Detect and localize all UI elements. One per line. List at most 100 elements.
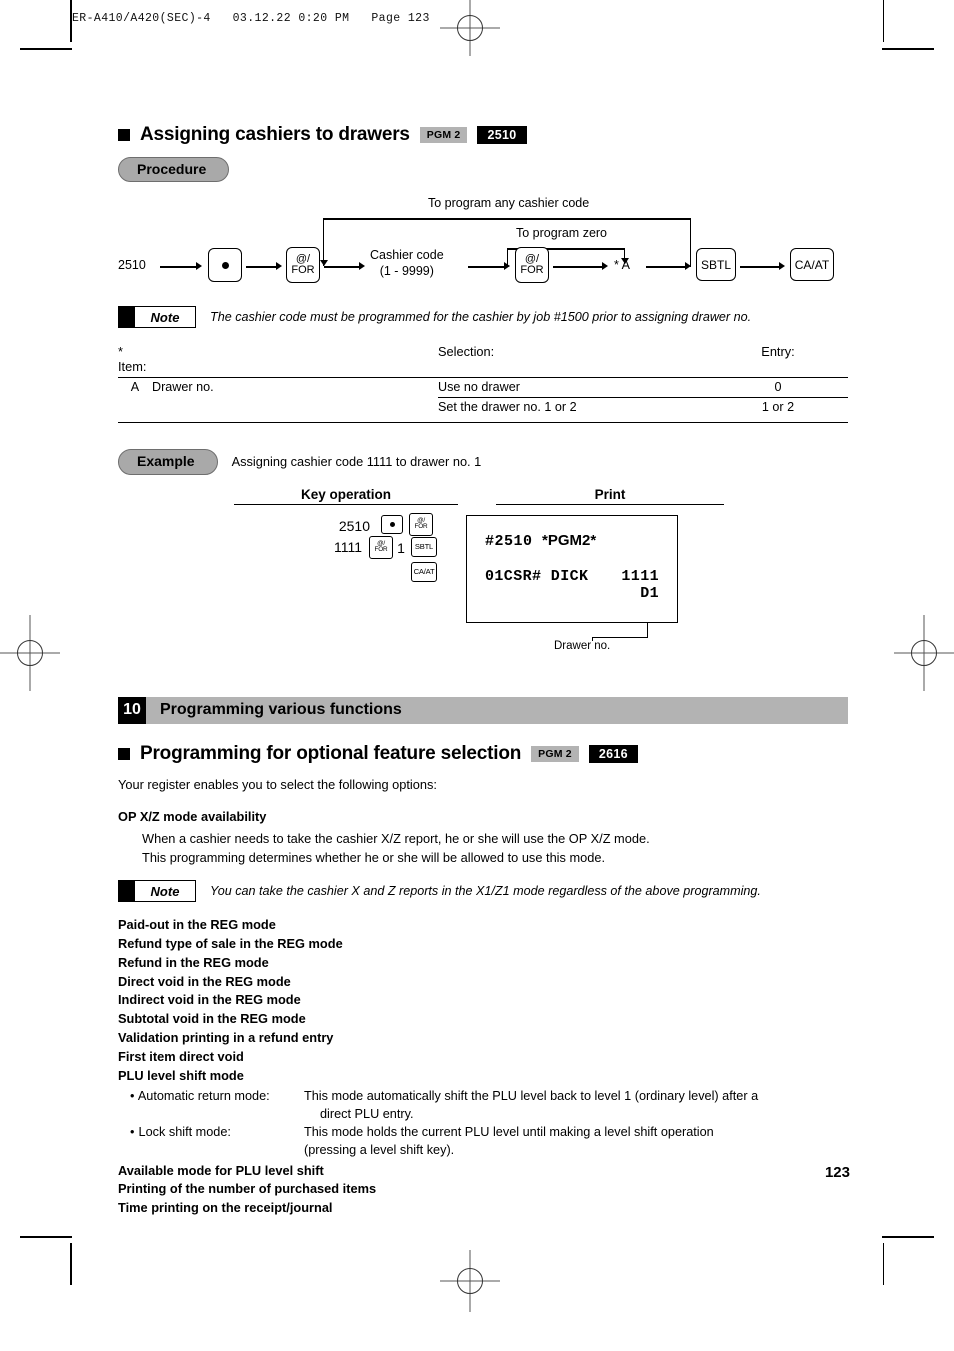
receipt-line-1: #2510 *PGM2* [485, 532, 659, 550]
callout-leader-line [647, 622, 649, 637]
crop-mark-bottom-left-v [70, 1243, 72, 1285]
chapter-title: Programming various functions [160, 701, 402, 719]
bullet-item-continuation: (pressing a level shift key). [118, 1141, 848, 1159]
bullet-label-wrap: • Automatic return mode: [118, 1087, 304, 1105]
bullet-item: • Lock shift mode: This mode holds the c… [118, 1123, 848, 1141]
option-item: Printing of the number of purchased item… [118, 1181, 377, 1197]
item-selection-table: * Item: Selection: Entry: A Drawer no. U… [118, 342, 848, 424]
bullet-item: • Automatic return mode: This mode autom… [118, 1087, 848, 1105]
section2-sub-line2: This programming determines whether he o… [142, 849, 606, 865]
receipt-job-code: #2510 [485, 532, 533, 550]
flow-label-any-cashier-code: To program any cashier code [428, 196, 590, 211]
keyop-line1-number: 2510 [338, 517, 370, 534]
note-text: The cashier code must be programmed for … [210, 309, 752, 324]
chapter-bar: 10 Programming various functions [118, 696, 848, 724]
option-item: Validation printing in a refund entry [118, 1030, 334, 1045]
flow-arrow-head-5 [602, 262, 608, 271]
th-entry: Entry: [761, 344, 795, 360]
option-item: Paid-out in the REG mode [118, 917, 276, 933]
note-block-xz-reports: Note You can take the cashier X and Z re… [118, 880, 848, 903]
option-item: PLU level shift mode [118, 1067, 244, 1083]
flow-arrow-head-3 [359, 262, 365, 271]
chapter-number: 10 [118, 696, 146, 724]
section2-intro: Your register enables you to select the … [118, 776, 437, 792]
procedure-pill-wrap: Procedure [118, 157, 848, 183]
bullet-description-line1: This mode automatically shift the PLU le… [304, 1089, 759, 1104]
receipt-callout: Drawer no. [466, 622, 848, 653]
receipt-cashier-code: 1111 [621, 567, 659, 585]
flow-arrow-line-4 [468, 266, 506, 268]
section-heading-optional-feature: Programming for optional feature selecti… [118, 743, 848, 765]
keyop-key-at-for-2: @/ FOR [369, 535, 393, 559]
column-header-key-operation: Key operation [234, 487, 458, 505]
receipt-cashier-label: 01CSR# DICK [485, 567, 589, 585]
crop-mark-bottom-left-h [20, 1236, 72, 1238]
keyop-line2-number: 1111 [333, 538, 362, 555]
crop-mark-top-right-v [882, 0, 884, 42]
example-description: Assigning cashier code 1111 to drawer no… [231, 453, 482, 469]
key-operation-sequence: 2510 @/ FOR 1111 @/ FOR 1 SBTL CA/AT [118, 512, 458, 601]
td-entry-0: 0 [708, 377, 848, 398]
flow-arrow-head-1 [196, 262, 202, 271]
flow-arrow-line-7 [740, 266, 782, 268]
option-item: Indirect void in the REG mode [118, 992, 301, 1008]
bullet-description-line2: direct PLU entry. [320, 1107, 414, 1122]
table-row: Set the drawer no. 1 or 2 1 or 2 [118, 397, 848, 418]
keyop-key-ca-at-label: CA/AT [413, 566, 435, 576]
example-header-row: Example Assigning cashier code 1111 to d… [118, 449, 848, 475]
decimal-dot-icon [389, 521, 395, 527]
bullet-square-icon [118, 747, 130, 760]
table-header-row: * Item: Selection: Entry: [118, 342, 848, 378]
flow-arrow-head-4 [504, 262, 510, 271]
flow-arrow-head-2 [276, 262, 282, 271]
td-name-drawer-no: Drawer no. [152, 377, 438, 398]
keyop-key-sbtl-label: SBTL [414, 541, 434, 551]
bullet-label-spacer [118, 1105, 304, 1123]
flow-label-program-zero: To program zero [516, 226, 608, 241]
page-number: 123 [824, 1164, 850, 1181]
receipt-print-sample: #2510 *PGM2* 01CSR# DICK 1111 D1 [466, 514, 678, 623]
section2-sub-line1: When a cashier needs to take the cashier… [142, 831, 650, 847]
key-decimal-point [208, 248, 242, 283]
td-selection-set-drawer: Set the drawer no. 1 or 2 [438, 397, 708, 418]
keyop-line2-mid-number: 1 [397, 539, 405, 556]
page-content: Assigning cashiers to drawers PGM 2 2510… [118, 0, 850, 1218]
option-item: Refund type of sale in the REG mode [118, 936, 343, 952]
flow-cashier-code-label: Cashier code (1 - 9999) [370, 248, 444, 279]
note-tag: Note [118, 306, 196, 329]
option-item: Available mode for PLU level shift [118, 1162, 324, 1178]
bullet-label: Automatic return mode: [137, 1089, 270, 1104]
receipt-mode-label: *PGM2* [542, 531, 597, 549]
keyop-key-at-for-1-line2: FOR [414, 523, 428, 531]
key-at-for-2-line2: FOR [520, 264, 544, 277]
badge-job-2510: 2510 [477, 125, 527, 145]
flow-cashier-code-line1: Cashier code [370, 248, 444, 263]
key-sbtl-label: SBTL [700, 257, 731, 272]
td-selection-use-no-drawer: Use no drawer [438, 377, 708, 398]
bullet-label-wrap: • Lock shift mode: [118, 1123, 304, 1141]
table-rule-cell [118, 417, 152, 424]
flow-arrow-line-2 [246, 266, 278, 268]
example-key-operation-column: Key operation 2510 @/ FOR 1111 @/ FOR 1 … [118, 487, 458, 653]
flow-star-a: * A [614, 258, 630, 273]
example-print-column: Print #2510 *PGM2* 01CSR# DICK 1111 D1 D… [458, 487, 848, 653]
key-at-for-2: @/ FOR [515, 247, 549, 284]
receipt-line-3-drawer: D1 [640, 584, 659, 602]
table-rule-cell [438, 417, 708, 424]
table-rule-cell [152, 417, 438, 424]
bullet-dot-icon: • [130, 1089, 135, 1104]
th-item-blank [152, 342, 438, 378]
badge-job-2616: 2616 [588, 744, 638, 763]
note-black-block-icon [119, 881, 135, 902]
bullet-label-spacer [118, 1141, 304, 1159]
callout-horizontal-line [592, 636, 648, 639]
keyop-key-sbtl: SBTL [411, 536, 437, 557]
bullet-dot-icon: • [130, 1125, 135, 1140]
note-text: You can take the cashier X and Z reports… [210, 883, 761, 898]
keyop-key-at-for-1: @/ FOR [409, 512, 433, 536]
td-item-blank [118, 398, 152, 418]
column-header-print: Print [496, 487, 724, 505]
callout-label-drawer-no: Drawer no. [554, 639, 611, 652]
crop-mark-top-right-h [882, 48, 934, 50]
key-at-for-1: @/ FOR [286, 247, 320, 284]
